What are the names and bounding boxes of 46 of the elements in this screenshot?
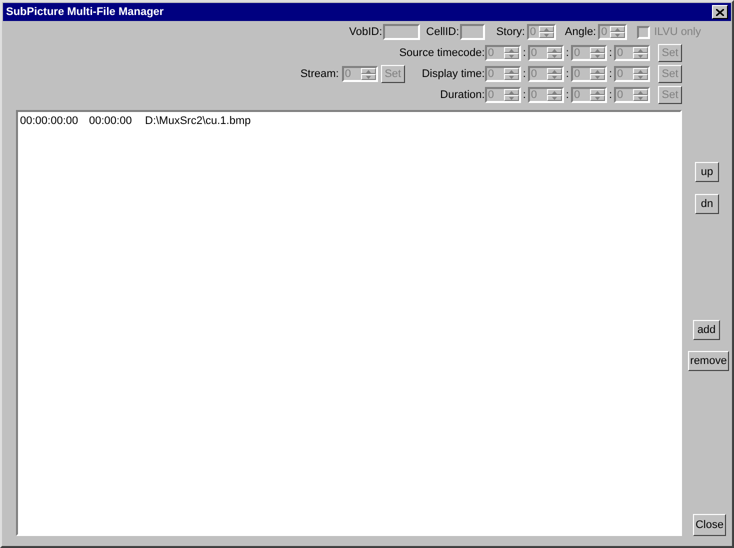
close-button[interactable] [712, 5, 728, 19]
spin-arrows-icon [504, 47, 519, 59]
text-field[interactable] [383, 24, 420, 40]
field-label: Angle: [564, 24, 596, 40]
spin-arrows-icon [590, 68, 605, 80]
colon-separator: : [522, 66, 527, 82]
field-label: Source timecode: [399, 46, 485, 61]
field-label: Stream: [300, 66, 339, 82]
spin-arrows-icon [590, 47, 605, 59]
colon-separator: : [608, 66, 613, 82]
spin-arrows-icon [610, 26, 626, 38]
list-button[interactable]: add [693, 320, 720, 340]
list-button[interactable]: dn [695, 194, 719, 214]
colon-separator: : [522, 88, 527, 103]
window-title: SubPicture Multi-File Manager [6, 4, 164, 20]
close-icon [716, 8, 724, 16]
spin-arrows-icon [538, 26, 554, 38]
list-button[interactable]: up [695, 162, 719, 182]
colon-separator: : [522, 46, 527, 61]
spin-arrows-icon [633, 68, 648, 80]
spin-arrows-icon [546, 47, 562, 59]
spin-arrows-icon [590, 89, 605, 101]
spin-arrows-icon [360, 68, 376, 80]
colon-separator: : [608, 46, 613, 61]
spin-arrows-icon [633, 47, 648, 59]
field-label: VobID: [349, 24, 382, 40]
field-label: Display time: [422, 66, 485, 82]
spin-arrows-icon [546, 68, 562, 80]
colon-separator: : [564, 88, 570, 103]
list-cell-text: 00:00:00:00 [20, 115, 80, 128]
list-button[interactable]: remove [688, 351, 729, 371]
field-label: CellID: [426, 24, 460, 40]
spin-arrows-icon [633, 89, 648, 101]
file-list[interactable]: 00:00:00:00 00:00:00 D:\MuxSrc2\cu.1.bmp [16, 110, 682, 536]
colon-separator: : [608, 88, 613, 103]
colon-separator: : [564, 46, 570, 61]
text-field[interactable] [460, 24, 486, 40]
list-cell-text: 00:00:00 [89, 115, 133, 128]
field-label: Story: [496, 24, 525, 40]
close-dialog-button[interactable]: Close [693, 514, 726, 536]
spin-arrows-icon [504, 89, 519, 101]
field-label: Duration: [440, 88, 485, 103]
colon-separator: : [564, 66, 570, 82]
spin-arrows-icon [504, 68, 519, 80]
list-cell: D:\MuxSrc2\cu.1.bmp [145, 115, 251, 128]
spin-arrows-icon [546, 89, 562, 101]
